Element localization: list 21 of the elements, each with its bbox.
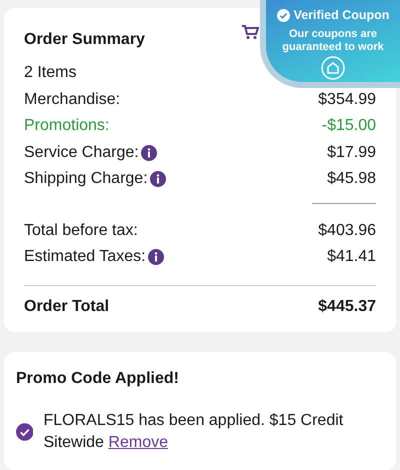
summary-title: Order Summary: [24, 31, 145, 49]
total-value: $445.37: [318, 298, 376, 316]
line-label: Promotions:: [24, 117, 110, 136]
line-value: $354.99: [318, 90, 376, 109]
line-label: Service Charge:: [24, 144, 139, 162]
line-value: $403.96: [318, 222, 376, 240]
promo-message: FLORALS15 has been applied. $15 Credit Sitewide Remove: [43, 410, 344, 452]
badge-title: Verified Coupon: [294, 8, 390, 22]
remove-link[interactable]: Remove: [108, 434, 168, 450]
line-label: Merchandise:: [24, 90, 120, 109]
line-value: $45.98: [327, 170, 376, 188]
line-label: Total before tax:: [24, 222, 138, 240]
line-label: Shipping Charge:: [24, 170, 148, 188]
line-value: $41.41: [327, 248, 376, 266]
line-value: -$15.00: [322, 117, 376, 136]
line-label: Estimated Taxes:: [24, 248, 146, 266]
promo-title: Promo Code Applied!: [16, 370, 180, 388]
line-value: $17.99: [327, 144, 376, 162]
item-count: 2 Items: [24, 64, 76, 82]
badge-text: Our coupons are guaranteed to work: [281, 28, 385, 54]
total-label: Order Total: [24, 298, 110, 316]
